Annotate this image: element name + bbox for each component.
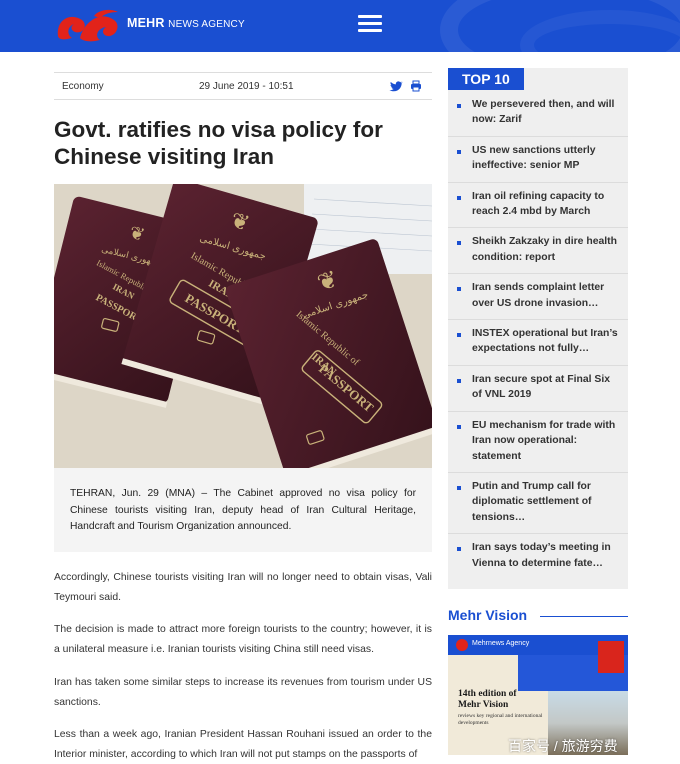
mehr-logo-icon[interactable] — [54, 6, 124, 46]
card-subtitle: reviews key regional and international d… — [458, 713, 543, 726]
card-brand: Mehrnews Agency — [472, 640, 530, 647]
article-hero-image: ❦ جمهوری اسلامی Islamic Republic of IRAN… — [54, 184, 432, 468]
top10-item[interactable]: Iran secure spot at Final Six of VNL 201… — [448, 366, 628, 412]
print-icon[interactable] — [410, 80, 422, 92]
top10-item[interactable]: Iran sends complaint letter over US dron… — [448, 274, 628, 321]
card-red-badge — [598, 641, 624, 673]
twitter-icon[interactable] — [389, 79, 403, 93]
article-date: 29 June 2019 - 10:51 — [199, 81, 294, 92]
passports-illustration: ❦ جمهوری اسلامی Islamic Republic of IRAN… — [54, 184, 432, 468]
article-meta-bar: Economy 29 June 2019 - 10:51 — [54, 72, 432, 100]
card-logo-icon — [456, 639, 468, 651]
card-edition-line1: 14th edition of — [458, 689, 517, 699]
top10-item[interactable]: Iran oil refining capacity to reach 2.4 … — [448, 183, 628, 229]
top10-list: We persevered then, and will now: Zarif … — [448, 91, 628, 579]
top10-item[interactable]: INSTEX operational but Iran’s expectatio… — [448, 320, 628, 366]
mehr-vision-heading[interactable]: Mehr Vision — [448, 607, 527, 623]
top10-item[interactable]: EU mechanism for trade with Iran now ope… — [448, 412, 628, 473]
watermark-text: 百家号 / 旅游穷费 — [508, 738, 618, 754]
article-title: Govt. ratifies no visa policy for Chines… — [54, 117, 383, 169]
hamburger-menu-icon[interactable] — [358, 15, 382, 35]
brand-name[interactable]: MEHR NEWS AGENCY — [127, 16, 245, 30]
top10-panel: TOP 10 We persevered then, and will now:… — [448, 68, 628, 589]
site-header: MEHR NEWS AGENCY — [0, 0, 680, 52]
brand-name-bold: MEHR — [127, 16, 165, 30]
article-category[interactable]: Economy — [62, 81, 104, 92]
top10-item[interactable]: Sheikh Zakzaky in dire health condition:… — [448, 228, 628, 275]
top10-label: TOP 10 — [448, 68, 524, 90]
card-edition-title: 14th edition of Mehr Vision — [458, 689, 517, 711]
heading-divider — [540, 616, 628, 617]
brand-name-rest: NEWS AGENCY — [168, 19, 245, 30]
top10-item[interactable]: US new sanctions utterly ineffective: se… — [448, 137, 628, 183]
top10-item[interactable]: Putin and Trump call for diplomatic sett… — [448, 473, 628, 535]
article-paragraph: Iran has taken some similar steps to inc… — [54, 677, 432, 708]
article-paragraph: The decision is made to attract more for… — [54, 624, 432, 655]
article-paragraph: Less than a week ago, Iranian President … — [54, 729, 432, 760]
card-edition-line2: Mehr Vision — [458, 700, 509, 710]
article-lead: TEHRAN, Jun. 29 (MNA) – The Cabinet appr… — [54, 468, 432, 552]
top10-item[interactable]: We persevered then, and will now: Zarif — [448, 91, 628, 137]
article-paragraph: Accordingly, Chinese tourists visiting I… — [54, 572, 432, 603]
top10-item[interactable]: Iran says today’s meeting in Vienna to d… — [448, 534, 628, 579]
